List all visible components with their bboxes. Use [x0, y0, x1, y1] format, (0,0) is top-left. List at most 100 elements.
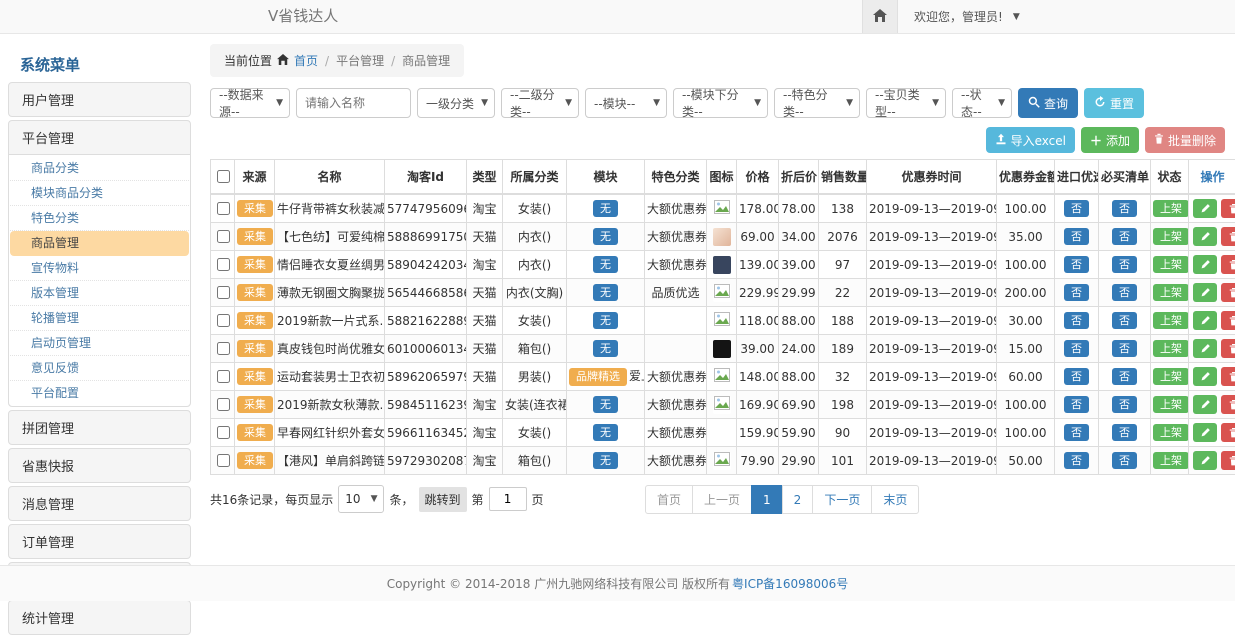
per-page-select[interactable]: 10 ▼ — [338, 485, 384, 513]
filter-select[interactable]: --状态--▼ — [952, 88, 1012, 118]
pagination-button[interactable]: 下一页 — [812, 485, 872, 514]
import-select-badge[interactable]: 否 — [1064, 396, 1089, 414]
must-buy-badge[interactable]: 否 — [1112, 312, 1137, 330]
home-button[interactable] — [862, 0, 898, 33]
sidebar-section-header[interactable]: 拼团管理 — [9, 411, 190, 444]
sidebar-section-header[interactable]: 消息管理 — [9, 487, 190, 520]
filter-select[interactable]: 一级分类▼ — [417, 88, 495, 118]
breadcrumb-home-link[interactable]: 首页 — [294, 52, 318, 69]
import-select-badge[interactable]: 否 — [1064, 452, 1089, 470]
pagination-button[interactable]: 1 — [751, 485, 783, 514]
delete-button[interactable] — [1221, 227, 1235, 246]
edit-button[interactable] — [1193, 367, 1217, 386]
sidebar-item[interactable]: 商品分类 — [10, 156, 189, 181]
delete-button[interactable] — [1221, 339, 1235, 358]
row-checkbox[interactable] — [217, 426, 230, 439]
delete-button[interactable] — [1221, 255, 1235, 274]
add-button[interactable]: ＋ 添加 — [1081, 127, 1139, 153]
data-source-select[interactable]: --数据来源-- ▼ — [210, 88, 290, 118]
row-checkbox[interactable] — [217, 398, 230, 411]
status-badge[interactable]: 上架 — [1153, 312, 1189, 330]
status-badge[interactable]: 上架 — [1153, 228, 1189, 246]
import-select-badge[interactable]: 否 — [1064, 368, 1089, 386]
sidebar-item[interactable]: 平台配置 — [10, 381, 189, 405]
select-all-checkbox[interactable] — [217, 170, 230, 183]
filter-select[interactable]: --二级分类--▼ — [501, 88, 579, 118]
edit-button[interactable] — [1193, 255, 1217, 274]
delete-button[interactable] — [1221, 311, 1235, 330]
sidebar-section-header[interactable]: 省惠快报 — [9, 449, 190, 482]
import-select-badge[interactable]: 否 — [1064, 256, 1089, 274]
sidebar-section-header[interactable]: 用户管理 — [9, 83, 190, 116]
filter-select[interactable]: --宝贝类型--▼ — [866, 88, 946, 118]
sidebar-item[interactable]: 模块商品分类 — [10, 181, 189, 206]
delete-button[interactable] — [1221, 367, 1235, 386]
must-buy-badge[interactable]: 否 — [1112, 200, 1137, 218]
must-buy-badge[interactable]: 否 — [1112, 228, 1137, 246]
row-checkbox[interactable] — [217, 454, 230, 467]
sidebar-item[interactable]: 宣传物料 — [10, 256, 189, 281]
sidebar-item[interactable]: 意见反馈 — [10, 356, 189, 381]
edit-button[interactable] — [1193, 311, 1217, 330]
status-badge[interactable]: 上架 — [1153, 284, 1189, 302]
status-badge[interactable]: 上架 — [1153, 396, 1189, 414]
edit-button[interactable] — [1193, 423, 1217, 442]
import-select-badge[interactable]: 否 — [1064, 312, 1089, 330]
must-buy-badge[interactable]: 否 — [1112, 396, 1137, 414]
sidebar-section-header[interactable]: 订单管理 — [9, 525, 190, 558]
delete-button[interactable] — [1221, 283, 1235, 302]
pagination-button[interactable]: 2 — [782, 485, 814, 514]
status-badge[interactable]: 上架 — [1153, 452, 1189, 470]
page-number-input[interactable] — [489, 487, 527, 511]
delete-button[interactable] — [1221, 199, 1235, 218]
edit-button[interactable] — [1193, 199, 1217, 218]
name-search-input[interactable] — [296, 88, 411, 118]
status-badge[interactable]: 上架 — [1153, 340, 1189, 358]
pagination-button[interactable]: 上一页 — [692, 485, 752, 514]
sidebar-section-header[interactable]: 统计管理 — [9, 601, 190, 634]
edit-button[interactable] — [1193, 283, 1217, 302]
status-badge[interactable]: 上架 — [1153, 200, 1189, 218]
batch-delete-button[interactable]: 批量删除 — [1145, 127, 1225, 153]
import-select-badge[interactable]: 否 — [1064, 228, 1089, 246]
row-checkbox[interactable] — [217, 258, 230, 271]
sidebar-item[interactable]: 特色分类 — [10, 206, 189, 231]
row-checkbox[interactable] — [217, 370, 230, 383]
sidebar-item[interactable]: 商品管理 — [10, 231, 189, 256]
row-checkbox[interactable] — [217, 314, 230, 327]
must-buy-badge[interactable]: 否 — [1112, 284, 1137, 302]
sidebar-item[interactable]: 版本管理 — [10, 281, 189, 306]
row-checkbox[interactable] — [217, 342, 230, 355]
import-select-badge[interactable]: 否 — [1064, 340, 1089, 358]
row-checkbox[interactable] — [217, 230, 230, 243]
must-buy-badge[interactable]: 否 — [1112, 424, 1137, 442]
import-select-badge[interactable]: 否 — [1064, 424, 1089, 442]
sidebar-item[interactable]: 启动页管理 — [10, 331, 189, 356]
pagination-button[interactable]: 末页 — [871, 485, 919, 514]
edit-button[interactable] — [1193, 451, 1217, 470]
reset-button[interactable]: 重置 — [1084, 88, 1144, 118]
sidebar-section-header[interactable]: 平台管理 — [9, 121, 190, 154]
filter-select[interactable]: --模块下分类--▼ — [673, 88, 768, 118]
import-excel-button[interactable]: 导入excel — [986, 127, 1075, 153]
status-badge[interactable]: 上架 — [1153, 256, 1189, 274]
icp-link[interactable]: 粤ICP备16098006号 — [732, 575, 848, 592]
delete-button[interactable] — [1221, 423, 1235, 442]
row-checkbox[interactable] — [217, 202, 230, 215]
status-badge[interactable]: 上架 — [1153, 424, 1189, 442]
must-buy-badge[interactable]: 否 — [1112, 368, 1137, 386]
pagination-button[interactable]: 首页 — [645, 485, 693, 514]
user-menu[interactable]: 欢迎您，管理员! ▼ — [914, 8, 1020, 25]
import-select-badge[interactable]: 否 — [1064, 200, 1089, 218]
sidebar-item[interactable]: 轮播管理 — [10, 306, 189, 331]
must-buy-badge[interactable]: 否 — [1112, 256, 1137, 274]
edit-button[interactable] — [1193, 227, 1217, 246]
filter-select[interactable]: --模块--▼ — [585, 88, 667, 118]
edit-button[interactable] — [1193, 395, 1217, 414]
delete-button[interactable] — [1221, 451, 1235, 470]
jump-to-button[interactable]: 跳转到 — [419, 487, 467, 512]
import-select-badge[interactable]: 否 — [1064, 284, 1089, 302]
delete-button[interactable] — [1221, 395, 1235, 414]
row-checkbox[interactable] — [217, 286, 230, 299]
must-buy-badge[interactable]: 否 — [1112, 452, 1137, 470]
